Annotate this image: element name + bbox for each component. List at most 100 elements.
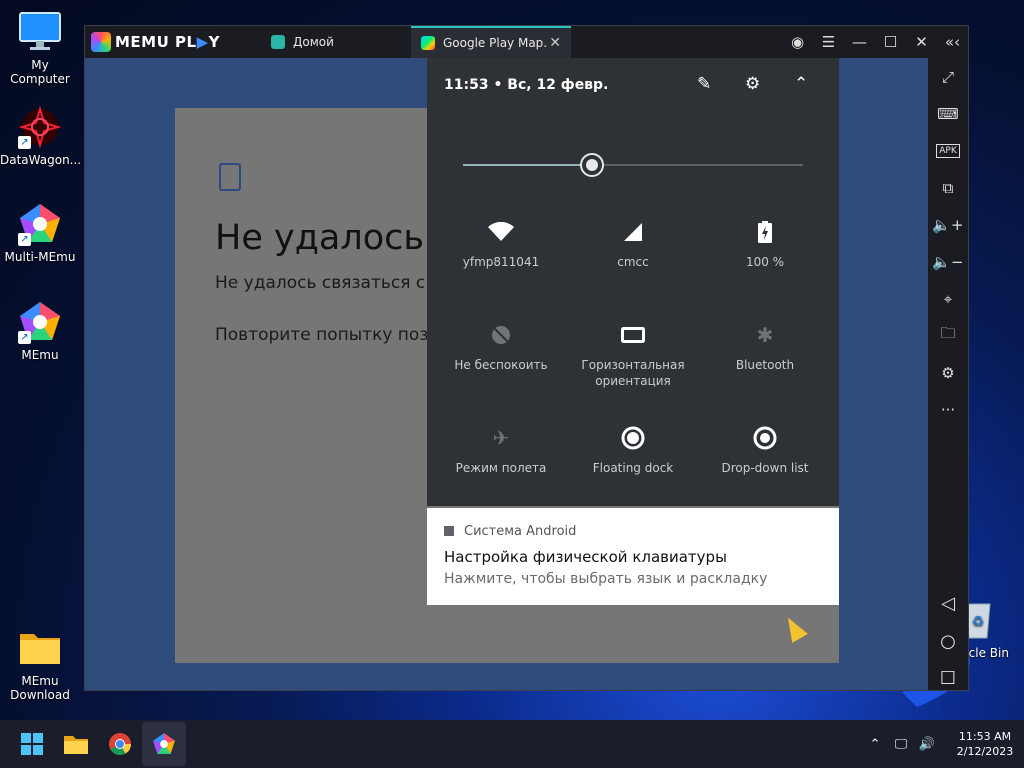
- desktop-icon-label: MEmu Download: [10, 674, 70, 702]
- tile-label: Горизонтальная ориентация: [581, 358, 685, 388]
- wifi-icon: [435, 220, 567, 244]
- taskbar: ⌃ 🖵 🔊 11:53 AM 2/12/2023: [0, 720, 1024, 768]
- tile-dropdown-list[interactable]: Drop-down list: [699, 426, 831, 476]
- clock-time: 11:53 AM: [958, 730, 1012, 743]
- back-icon[interactable]: ◁: [928, 593, 968, 614]
- notification-keyboard[interactable]: Система Android Настройка физической кла…: [427, 508, 839, 605]
- recents-icon[interactable]: ☐: [928, 668, 968, 689]
- clock-date: 2/12/2023: [956, 745, 1014, 758]
- desktop-icon-datawagon[interactable]: ↗ DataWagon...: [0, 105, 82, 167]
- memu-icon[interactable]: [142, 722, 186, 766]
- collapse-sidebar-icon[interactable]: «‹: [937, 33, 968, 51]
- error-title: Не удалось: [215, 218, 424, 258]
- floating-dock-icon: [567, 426, 699, 450]
- folder-icon: [18, 612, 62, 664]
- clock[interactable]: 11:53 AM 2/12/2023: [946, 729, 1024, 759]
- shortcut-arrow-icon: ↗: [18, 136, 31, 149]
- apk-icon[interactable]: APK: [928, 132, 968, 169]
- rotation-icon: [567, 323, 699, 347]
- brand-text: MEMU PL▶Y: [115, 33, 220, 51]
- collapse-icon[interactable]: ⌃: [794, 74, 808, 94]
- tab-google-play[interactable]: Google Play Map. ✕: [411, 26, 571, 58]
- home-icon[interactable]: ○: [928, 631, 968, 652]
- tile-battery[interactable]: 100 %: [699, 220, 831, 270]
- folder-icon[interactable]: 🗀: [928, 317, 968, 354]
- desktop-icon-label: rcle Bin: [964, 646, 1009, 660]
- show-hidden-icons-icon[interactable]: ⌃: [862, 737, 888, 752]
- bluetooth-icon: ✱: [756, 323, 774, 347]
- tab-home[interactable]: Домой: [261, 26, 411, 58]
- volume-icon[interactable]: 🔊: [914, 737, 940, 752]
- desktop-icon-memu-download[interactable]: MEmu Download: [0, 598, 80, 716]
- close-icon[interactable]: ✕: [906, 33, 937, 51]
- file-explorer-icon[interactable]: [54, 722, 98, 766]
- desktop-icon-label: My Computer: [10, 58, 70, 86]
- window-controls: ◉ ☰ — ☐ ✕ «‹: [782, 33, 968, 51]
- menu-icon[interactable]: ☰: [813, 33, 844, 51]
- svg-text:♻: ♻: [972, 614, 985, 630]
- desktop-icon-my-computer[interactable]: My Computer: [0, 10, 80, 86]
- tile-rotation[interactable]: Горизонтальная ориентация: [567, 323, 699, 389]
- multi-memu-icon: ↗: [18, 202, 62, 246]
- error-message: Не удалось связаться с с: [215, 273, 440, 293]
- battery-icon: [699, 220, 831, 244]
- datawagon-icon: ↗: [18, 105, 62, 149]
- account-icon[interactable]: ◉: [782, 33, 813, 51]
- tile-label: Floating dock: [592, 461, 674, 475]
- multi-window-icon[interactable]: ⧉: [928, 169, 968, 206]
- signal-icon: [567, 220, 699, 244]
- notification-title: Настройка физической клавиатуры: [444, 548, 727, 566]
- maximize-icon[interactable]: ☐: [875, 33, 906, 51]
- airplane-icon: ✈: [492, 426, 510, 450]
- home-tab-icon: [271, 35, 285, 49]
- android-system-icon: [444, 526, 454, 536]
- brightness-knob-icon[interactable]: [580, 153, 605, 177]
- start-icon[interactable]: [10, 722, 54, 766]
- desktop-icon-label: MEmu: [21, 348, 59, 362]
- tile-label: cmcc: [617, 255, 649, 269]
- memu-icon: ↗: [18, 300, 62, 344]
- tile-dnd[interactable]: Не беспокоить: [435, 323, 567, 373]
- more-icon[interactable]: ···: [928, 391, 968, 428]
- shortcut-arrow-icon: ↗: [18, 233, 31, 246]
- settings-icon[interactable]: ⚙: [928, 354, 968, 391]
- keyboard-icon[interactable]: ⌨: [928, 95, 968, 132]
- desktop-icon-multi-memu[interactable]: ↗ Multi-MEmu: [0, 202, 80, 264]
- tile-wifi[interactable]: yfmp811041: [435, 220, 567, 270]
- dnd-icon: [435, 323, 567, 347]
- tile-label: Drop-down list: [721, 461, 809, 475]
- tile-floating-dock[interactable]: Floating dock: [567, 426, 699, 476]
- tile-cellular[interactable]: cmcc: [567, 220, 699, 270]
- notification-source: Система Android: [444, 524, 576, 539]
- network-icon[interactable]: 🖵: [888, 737, 914, 752]
- chrome-icon[interactable]: [98, 722, 142, 766]
- tile-label: Не беспокоить: [454, 358, 548, 372]
- brightness-slider[interactable]: [463, 153, 803, 177]
- title-bar: MEMU PL▶Y Домой Google Play Map. ✕ ◉ ☰ —…: [85, 26, 968, 58]
- notification-subtitle: Нажмите, чтобы выбрать язык и раскладку: [444, 571, 768, 587]
- fullscreen-icon[interactable]: ⤢: [928, 58, 968, 95]
- memu-logo-icon: [91, 32, 111, 52]
- memu-logo: MEMU PL▶Y: [91, 32, 261, 52]
- settings-icon[interactable]: ⚙: [745, 74, 760, 94]
- android-screen[interactable]: Не удалось Не удалось связаться с с Повт…: [85, 58, 928, 690]
- tile-airplane[interactable]: ✈ Режим полета: [435, 426, 567, 476]
- edit-icon[interactable]: ✎: [697, 74, 711, 94]
- download-icon: [219, 163, 241, 191]
- volume-down-icon[interactable]: 🔈−: [928, 243, 968, 280]
- google-play-icon: [421, 36, 435, 50]
- desktop-icon-label: Multi-MEmu: [4, 250, 76, 264]
- tile-bluetooth[interactable]: ✱ Bluetooth: [699, 323, 831, 373]
- memu-window: MEMU PL▶Y Домой Google Play Map. ✕ ◉ ☰ —…: [84, 25, 969, 691]
- location-icon[interactable]: ⌖: [928, 280, 968, 317]
- tile-label: 100 %: [745, 255, 785, 269]
- minimize-icon[interactable]: —: [844, 33, 875, 51]
- desktop-icon-memu[interactable]: ↗ MEmu: [0, 300, 80, 362]
- tab-label: Домой: [293, 35, 334, 49]
- tile-label: yfmp811041: [462, 255, 540, 269]
- close-tab-icon[interactable]: ✕: [549, 35, 561, 51]
- quick-settings-panel: 11:53 • Вс, 12 февр. ✎ ⚙ ⌃ yfmp811041 cm…: [427, 58, 839, 506]
- volume-up-icon[interactable]: 🔈+: [928, 206, 968, 243]
- dropdown-list-icon: [699, 426, 831, 450]
- desktop-icon-label: DataWagon...: [0, 153, 82, 167]
